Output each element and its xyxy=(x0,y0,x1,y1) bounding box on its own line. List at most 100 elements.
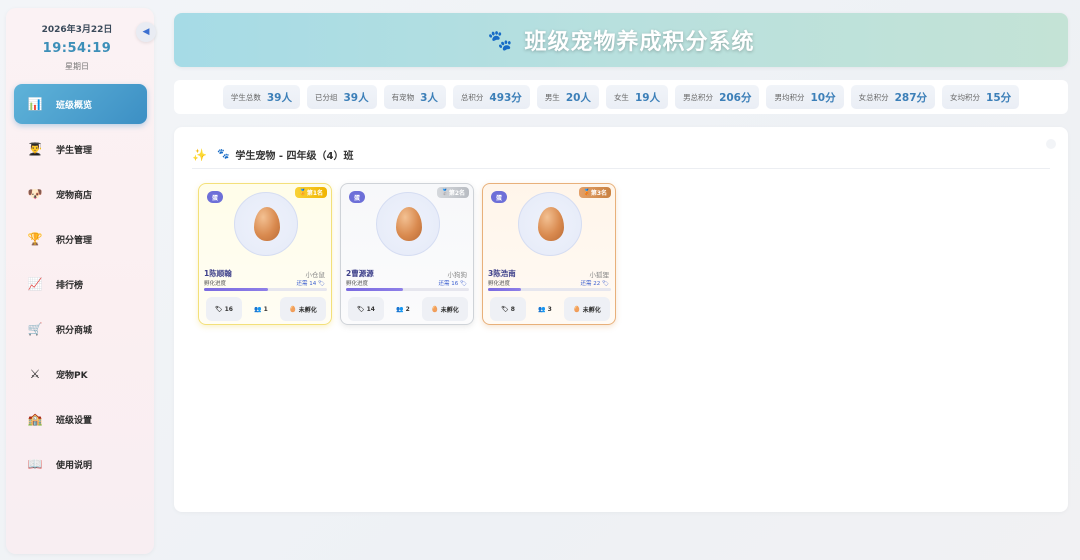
stat-label: 总积分 xyxy=(460,92,484,102)
sidebar-item-students[interactable]: 👨‍🎓 学生管理 xyxy=(14,129,147,169)
stat-value: 19人 xyxy=(634,91,661,104)
sidebar-item-label: 宠物商店 xyxy=(56,190,93,201)
tag-icon: 🏷 xyxy=(215,305,223,313)
stats-bar: 学生总数 39人 已分组 39人 有宠物 3人 总积分 493分 男生 20人 女生 19人… xyxy=(174,80,1068,114)
sidebar: 2026年3月22日 19:54:19 星期日 ◀ 📊 班级概览 👨‍🎓 学生管… xyxy=(6,8,156,554)
app-header: 🐾 班级宠物养成积分系统 xyxy=(174,13,1068,67)
student-icon: 👨‍🎓 xyxy=(27,142,43,156)
sidebar-item-overview[interactable]: 📊 班级概览 xyxy=(14,84,147,124)
sidebar-item-label: 积分商城 xyxy=(56,325,93,336)
stat-value: 3人 xyxy=(420,91,438,104)
sidebar-item-label: 班级设置 xyxy=(56,415,93,426)
stat-total-points: 总积分 493分 xyxy=(452,85,530,109)
sidebar-item-points-mall[interactable]: 🛒 积分商城 xyxy=(14,309,147,349)
tag-icon: 🏷 xyxy=(357,305,365,313)
egg-icon: 🥚 xyxy=(573,305,581,313)
tag-icon: 🏷 xyxy=(460,281,467,287)
stat-value: 493分 xyxy=(489,91,522,104)
stat-label: 男总积分 xyxy=(683,92,714,102)
rank-label: 第2名 xyxy=(448,190,465,197)
egg-icon: 🥚 xyxy=(289,305,297,313)
group-icon: 👥 xyxy=(254,305,262,313)
sidebar-item-help[interactable]: 📖 使用说明 xyxy=(14,444,147,484)
hatch-progress-fill xyxy=(488,288,522,291)
pet-card[interactable]: 蛋 🥈 第2名 2曹源源 小狗狗 孵化进度 还需 16 🏷 🏷 14 👥 2 🥚 未孵化 xyxy=(340,183,474,325)
progress-need: 还需 14 🏷 xyxy=(296,281,325,287)
points-button[interactable]: 🏷 8 xyxy=(490,297,526,321)
stat-label: 男生 xyxy=(544,92,560,102)
tag-icon: 🏷 xyxy=(602,281,609,287)
hatch-status-button[interactable]: 🥚 未孵化 xyxy=(280,297,326,321)
stat-girls: 女生 19人 xyxy=(605,85,669,109)
clock-weekday: 星期日 xyxy=(65,62,89,71)
stat-label: 女均积分 xyxy=(950,92,981,102)
progress-need: 还需 22 🏷 xyxy=(580,281,609,287)
stat-girls-total: 女总积分 287分 xyxy=(850,85,936,109)
panel-header: ✨ 🐾 学生宠物 - 四年级（4）班 xyxy=(192,141,1050,169)
stat-value: 39人 xyxy=(266,91,292,104)
points-button[interactable]: 🏷 16 xyxy=(206,297,242,321)
pet-card[interactable]: 蛋 🥉 第3名 3陈浩南 小狐狸 孵化进度 还需 22 🏷 🏷 8 👥 3 🥚 未孵化 xyxy=(482,183,616,325)
cart-icon: 🛒 xyxy=(27,322,43,336)
group-button[interactable]: 👥 1 xyxy=(246,297,276,321)
card-actions: 🏷 8 👥 3 🥚 未孵化 xyxy=(490,297,610,321)
egg-badge: 蛋 xyxy=(491,191,507,203)
pet-card[interactable]: 蛋 🏅 第1名 1陈顺翰 小仓鼠 孵化进度 还需 14 🏷 🏷 16 👥 1 🥚 未孵化 xyxy=(198,183,332,325)
sidebar-item-label: 积分管理 xyxy=(56,235,93,246)
stat-value: 287分 xyxy=(894,91,928,104)
egg-icon xyxy=(254,207,280,241)
student-name: 3陈浩南 xyxy=(488,269,516,278)
progress-label: 孵化进度 xyxy=(488,281,511,287)
sidebar-item-pet-pk[interactable]: ⚔ 宠物PK xyxy=(14,354,147,394)
pet-kind: 小狗狗 xyxy=(447,271,468,279)
group-button[interactable]: 👥 2 xyxy=(388,297,418,321)
paw-icon: 🐾 xyxy=(216,149,230,160)
panel-title: 学生宠物 - 四年级（4）班 xyxy=(235,151,354,162)
pet-avatar xyxy=(518,192,582,256)
pet-avatar xyxy=(234,192,298,256)
stat-label: 女总积分 xyxy=(858,92,889,102)
chart-icon: 📊 xyxy=(27,97,43,111)
medal-icon: 🏅 xyxy=(299,189,307,196)
student-name: 1陈顺翰 xyxy=(204,269,232,278)
hatch-progress-bar xyxy=(204,288,327,291)
sidebar-item-label: 学生管理 xyxy=(56,145,93,156)
group-icon: 👥 xyxy=(396,305,404,313)
sidebar-item-leaderboard[interactable]: 📈 排行榜 xyxy=(14,264,147,304)
group-button[interactable]: 👥 3 xyxy=(530,297,560,321)
pet-avatar xyxy=(376,192,440,256)
rank-badge: 🥈 第2名 xyxy=(437,187,469,198)
rank-label: 第1名 xyxy=(306,190,323,197)
dog-icon: 🐶 xyxy=(27,187,43,201)
rank-badge: 🏅 第1名 xyxy=(295,187,327,198)
medal-icon: 🥈 xyxy=(441,189,449,196)
sidebar-item-class-settings[interactable]: 🏫 班级设置 xyxy=(14,399,147,439)
tag-icon: 🏷 xyxy=(501,305,509,313)
sidebar-item-points[interactable]: 🏆 积分管理 xyxy=(14,219,147,259)
sidebar-item-label: 班级概览 xyxy=(56,100,93,111)
progress-label: 孵化进度 xyxy=(204,281,227,287)
hatch-progress-fill xyxy=(346,288,403,291)
hatch-status-button[interactable]: 🥚 未孵化 xyxy=(422,297,468,321)
hatch-progress-bar xyxy=(346,288,469,291)
egg-icon xyxy=(538,207,564,241)
medal-icon: 🥉 xyxy=(583,189,591,196)
stat-boys-avg: 男均积分 10分 xyxy=(766,85,844,109)
egg-badge: 蛋 xyxy=(349,191,365,203)
sidebar-item-pet-shop[interactable]: 🐶 宠物商店 xyxy=(14,174,147,214)
tag-icon: 🏷 xyxy=(318,281,325,287)
points-button[interactable]: 🏷 14 xyxy=(348,297,384,321)
student-name: 2曹源源 xyxy=(346,269,374,278)
trophy-icon: 🏆 xyxy=(27,232,43,246)
egg-badge: 蛋 xyxy=(207,191,223,203)
book-icon: 📖 xyxy=(27,457,43,471)
stat-value: 20人 xyxy=(565,91,591,104)
hatch-progress-bar xyxy=(488,288,611,291)
stat-label: 有宠物 xyxy=(391,92,415,102)
sidebar-item-label: 使用说明 xyxy=(56,460,93,471)
sidebar-nav: 📊 班级概览 👨‍🎓 学生管理 🐶 宠物商店 🏆 积分管理 📈 排行榜 🛒 积分… xyxy=(14,84,147,489)
hatch-status-button[interactable]: 🥚 未孵化 xyxy=(564,297,610,321)
stat-label: 男均积分 xyxy=(774,92,805,102)
collapse-sidebar-button[interactable]: ◀ xyxy=(136,22,156,42)
stat-boys-total: 男总积分 206分 xyxy=(675,85,760,109)
